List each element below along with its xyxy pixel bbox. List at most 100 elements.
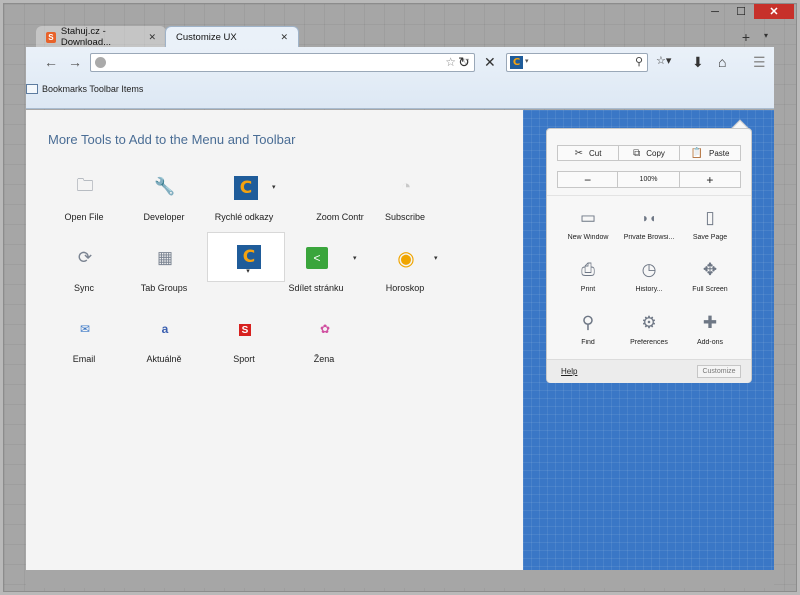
panel-item-label: Save Page xyxy=(692,234,728,241)
palette-item-zena[interactable]: ✿ Žena xyxy=(285,312,363,372)
stop-button[interactable]: ✕ xyxy=(484,54,496,71)
home-button[interactable]: ⌂ xyxy=(718,54,726,70)
palette-item-label: Horoskop xyxy=(385,283,425,293)
minimize-button[interactable]: ─ xyxy=(702,4,728,19)
zoom-reset-button[interactable]: 100% xyxy=(618,172,680,187)
panel-item-add-ons[interactable]: ✚ Add-ons xyxy=(679,306,741,354)
palette-item-sync[interactable]: ⟳ Sync xyxy=(45,241,123,301)
customize-button[interactable]: Customize xyxy=(697,365,741,378)
globe-icon xyxy=(95,57,106,68)
bookmark-star-icon[interactable]: ☆ xyxy=(445,55,456,69)
tab-strip: S Stahuj.cz - Download... ✕ Customize UX… xyxy=(22,24,778,48)
panel-item-label: Private Browsi... xyxy=(623,234,675,241)
search-engine-icon[interactable]: C xyxy=(510,56,523,69)
palette-item-developer[interactable]: 🔧 Developer xyxy=(125,170,203,230)
sport-icon: S xyxy=(239,324,251,336)
paste-button[interactable]: 📋 Paste xyxy=(680,146,740,160)
tab-close-icon[interactable]: ✕ xyxy=(280,32,288,43)
palette-item-horoskop[interactable]: ◉ ▾ Horoskop xyxy=(366,241,444,301)
menu-panel: ✂ Cut ⧉ Copy 📋 Paste − 100% + ▭ New Window … xyxy=(546,128,752,383)
palette-item-rychle-odkazy[interactable]: C ▾ Rychlé odkazy xyxy=(205,170,283,230)
cut-button[interactable]: ✂ Cut xyxy=(558,146,619,160)
forward-button[interactable]: → xyxy=(68,54,82,70)
folder-icon: 🗀 xyxy=(76,175,94,195)
panel-item-label: History... xyxy=(635,286,663,293)
back-button[interactable]: ← xyxy=(44,54,58,70)
tab-label: Stahuj.cz - Download... xyxy=(60,26,112,48)
maximize-button[interactable]: ☐ xyxy=(728,4,754,19)
palette-item-label: Žena xyxy=(313,354,335,364)
wrench-icon: 🔧 xyxy=(154,177,176,196)
palette-item-sdilet-stranku[interactable]: < ▾ Sdílet stránku xyxy=(277,241,357,301)
tab-customize[interactable]: Customize UX ✕ xyxy=(165,26,299,48)
bookmarks-toolbar-items[interactable]: Bookmarks Toolbar Items xyxy=(42,84,143,94)
palette-item-tab-groups[interactable]: ▦ Tab Groups xyxy=(125,241,203,301)
bottom-strip xyxy=(26,570,774,588)
reload-button[interactable]: ↻ xyxy=(458,54,470,71)
copy-button[interactable]: ⧉ Copy xyxy=(619,146,680,160)
close-window-button[interactable]: ✕ xyxy=(754,4,794,19)
panel-item-preferences[interactable]: ⚙ Preferences xyxy=(618,306,680,354)
aktualne-icon: a xyxy=(161,322,169,336)
tab-list-button[interactable]: ▾ xyxy=(764,31,768,40)
panel-item-new-window[interactable]: ▭ New Window xyxy=(557,201,619,249)
panel-divider xyxy=(547,195,751,196)
zena-icon: ✿ xyxy=(319,322,331,336)
dropdown-arrow-icon[interactable]: ▾ xyxy=(237,267,259,275)
addons-icon: ✚ xyxy=(702,313,718,332)
palette-item-c-widget[interactable]: C ▾ xyxy=(207,232,285,282)
dropdown-arrow-icon[interactable]: ▾ xyxy=(434,254,438,262)
zoom-out-button[interactable]: − xyxy=(558,172,619,187)
preferences-icon: ⚙ xyxy=(641,313,657,332)
search-engine-dropdown-icon[interactable]: ▾ xyxy=(525,57,529,65)
panel-item-label: Preferences xyxy=(630,339,668,346)
downloads-button[interactable]: ⬇ xyxy=(692,54,704,71)
dropdown-arrow-icon[interactable]: ▾ xyxy=(353,254,357,262)
palette-item-label: Rychlé odkazy xyxy=(214,212,274,222)
panel-item-find[interactable]: ⚲ Find xyxy=(557,306,619,354)
panel-item-save-page[interactable]: ▯ Save Page xyxy=(679,201,741,249)
palette-item-sport[interactable]: S Sport xyxy=(205,312,283,372)
tab-close-icon[interactable]: ✕ xyxy=(148,32,156,43)
palette-item-label: Aktuálně xyxy=(146,354,182,364)
fullscreen-icon: ✥ xyxy=(702,260,718,279)
tab-stahuj[interactable]: S Stahuj.cz - Download... ✕ xyxy=(36,26,166,48)
panel-item-full-screen[interactable]: ✥ Full Screen xyxy=(679,253,741,301)
help-link[interactable]: Help xyxy=(561,367,577,376)
copy-icon: ⧉ xyxy=(633,147,641,159)
zoom-controls: − 100% + xyxy=(557,171,741,188)
panel-item-label: Print xyxy=(580,286,596,293)
panel-item-label: Full Screen xyxy=(692,286,728,293)
paste-label: Paste xyxy=(708,148,730,158)
palette-item-label: Email xyxy=(72,354,96,364)
palette-item-label: Developer xyxy=(143,212,185,222)
search-bar[interactable]: C ▾ ⚲ xyxy=(506,53,648,72)
palette-item-aktualne[interactable]: a Aktuálně xyxy=(125,312,203,372)
palette-item-email[interactable]: ✉ Email xyxy=(45,312,123,372)
menu-button[interactable]: ☰ xyxy=(753,54,766,71)
save-page-icon: ▯ xyxy=(705,208,715,227)
copy-label: Copy xyxy=(646,148,665,158)
c-logo-icon: C xyxy=(237,245,261,269)
dropdown-arrow-icon[interactable]: ▾ xyxy=(272,183,276,191)
bookmarks-menu-button[interactable]: ☆▾ xyxy=(656,54,671,67)
zoom-in-button[interactable]: + xyxy=(680,172,740,187)
panel-item-private-browsing[interactable]: ◗◖ Private Browsi... xyxy=(618,201,680,249)
search-icon[interactable]: ⚲ xyxy=(635,55,643,68)
palette-item-open-file[interactable]: 🗀 Open File xyxy=(45,170,123,230)
cut-label: Cut xyxy=(588,148,602,158)
share-icon: < xyxy=(306,247,328,269)
palette-item-label: Tab Groups xyxy=(140,283,188,293)
palette-item-label: Sdílet stránku xyxy=(288,283,344,293)
rss-icon: ◔ xyxy=(400,177,412,196)
panel-item-history[interactable]: ◷ History... xyxy=(618,253,680,301)
window-controls: ─ ☐ ✕ xyxy=(702,4,794,19)
history-icon: ◷ xyxy=(641,260,657,279)
new-tab-button[interactable]: + xyxy=(742,29,750,45)
palette-item-subscribe[interactable]: ◔ Subscribe xyxy=(366,170,444,230)
edit-controls: ✂ Cut ⧉ Copy 📋 Paste xyxy=(557,145,741,161)
url-bar[interactable]: ☆ ▽ xyxy=(90,53,475,72)
find-icon: ⚲ xyxy=(581,313,595,332)
horoscope-icon: ◉ xyxy=(397,247,415,270)
panel-item-print[interactable]: ⎙ Print xyxy=(557,253,619,301)
